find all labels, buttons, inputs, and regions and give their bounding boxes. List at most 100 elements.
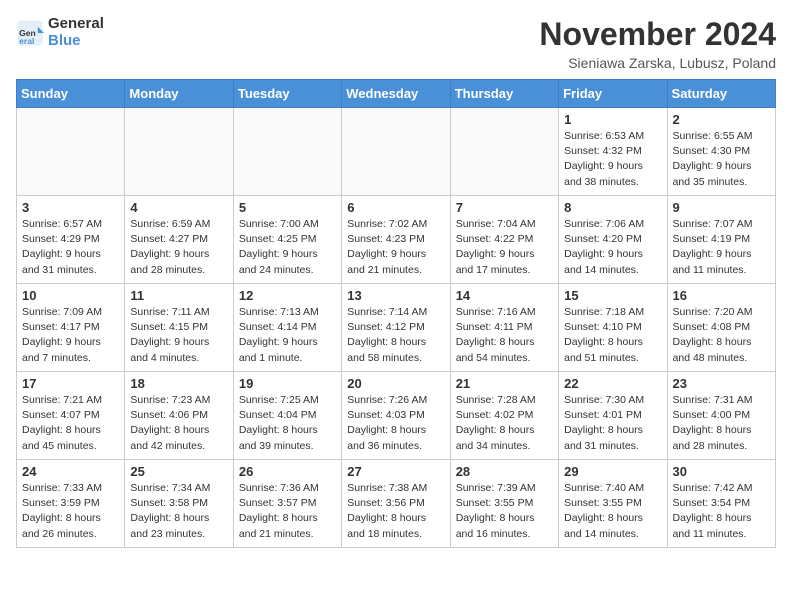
day-info: Sunrise: 7:33 AM Sunset: 3:59 PM Dayligh… (22, 481, 119, 542)
calendar-cell: 14 Sunrise: 7:16 AM Sunset: 4:11 PM Dayli… (450, 284, 558, 372)
calendar-day-header: Saturday (667, 80, 775, 108)
day-info: Sunrise: 7:04 AM Sunset: 4:22 PM Dayligh… (456, 217, 553, 278)
day-number: 4 (130, 200, 227, 215)
day-info: Sunrise: 7:23 AM Sunset: 4:06 PM Dayligh… (130, 393, 227, 454)
day-info: Sunrise: 7:07 AM Sunset: 4:19 PM Dayligh… (673, 217, 770, 278)
location: Sieniawa Zarska, Lubusz, Poland (539, 55, 776, 71)
calendar-cell: 24 Sunrise: 7:33 AM Sunset: 3:59 PM Dayli… (17, 460, 125, 548)
calendar-cell (17, 108, 125, 196)
calendar-cell: 30 Sunrise: 7:42 AM Sunset: 3:54 PM Dayli… (667, 460, 775, 548)
calendar-week-row: 3 Sunrise: 6:57 AM Sunset: 4:29 PM Daylig… (17, 196, 776, 284)
calendar-day-header: Tuesday (233, 80, 341, 108)
calendar-week-row: 1 Sunrise: 6:53 AM Sunset: 4:32 PM Daylig… (17, 108, 776, 196)
day-info: Sunrise: 7:42 AM Sunset: 3:54 PM Dayligh… (673, 481, 770, 542)
day-number: 23 (673, 376, 770, 391)
day-number: 8 (564, 200, 661, 215)
calendar-cell: 2 Sunrise: 6:55 AM Sunset: 4:30 PM Daylig… (667, 108, 775, 196)
day-number: 3 (22, 200, 119, 215)
day-number: 6 (347, 200, 444, 215)
day-number: 15 (564, 288, 661, 303)
day-number: 14 (456, 288, 553, 303)
day-info: Sunrise: 6:53 AM Sunset: 4:32 PM Dayligh… (564, 129, 661, 190)
day-number: 26 (239, 464, 336, 479)
day-number: 29 (564, 464, 661, 479)
calendar-cell (342, 108, 450, 196)
day-info: Sunrise: 7:31 AM Sunset: 4:00 PM Dayligh… (673, 393, 770, 454)
day-info: Sunrise: 6:55 AM Sunset: 4:30 PM Dayligh… (673, 129, 770, 190)
day-number: 9 (673, 200, 770, 215)
calendar-cell: 21 Sunrise: 7:28 AM Sunset: 4:02 PM Dayli… (450, 372, 558, 460)
calendar-week-row: 17 Sunrise: 7:21 AM Sunset: 4:07 PM Dayli… (17, 372, 776, 460)
calendar-header-row: SundayMondayTuesdayWednesdayThursdayFrid… (17, 80, 776, 108)
calendar-day-header: Wednesday (342, 80, 450, 108)
month-title: November 2024 (539, 16, 776, 53)
calendar-cell: 11 Sunrise: 7:11 AM Sunset: 4:15 PM Dayli… (125, 284, 233, 372)
day-number: 30 (673, 464, 770, 479)
day-info: Sunrise: 7:02 AM Sunset: 4:23 PM Dayligh… (347, 217, 444, 278)
day-info: Sunrise: 7:25 AM Sunset: 4:04 PM Dayligh… (239, 393, 336, 454)
logo-icon: Gen eral (16, 19, 44, 47)
calendar-cell: 17 Sunrise: 7:21 AM Sunset: 4:07 PM Dayli… (17, 372, 125, 460)
day-info: Sunrise: 7:30 AM Sunset: 4:01 PM Dayligh… (564, 393, 661, 454)
day-info: Sunrise: 7:40 AM Sunset: 3:55 PM Dayligh… (564, 481, 661, 542)
calendar-week-row: 24 Sunrise: 7:33 AM Sunset: 3:59 PM Dayli… (17, 460, 776, 548)
day-number: 24 (22, 464, 119, 479)
calendar-table: SundayMondayTuesdayWednesdayThursdayFrid… (16, 79, 776, 548)
day-info: Sunrise: 7:13 AM Sunset: 4:14 PM Dayligh… (239, 305, 336, 366)
day-number: 1 (564, 112, 661, 127)
day-number: 27 (347, 464, 444, 479)
calendar-cell: 5 Sunrise: 7:00 AM Sunset: 4:25 PM Daylig… (233, 196, 341, 284)
calendar-cell: 3 Sunrise: 6:57 AM Sunset: 4:29 PM Daylig… (17, 196, 125, 284)
calendar-cell: 10 Sunrise: 7:09 AM Sunset: 4:17 PM Dayli… (17, 284, 125, 372)
day-number: 21 (456, 376, 553, 391)
day-info: Sunrise: 6:57 AM Sunset: 4:29 PM Dayligh… (22, 217, 119, 278)
calendar-day-header: Friday (559, 80, 667, 108)
day-number: 12 (239, 288, 336, 303)
day-info: Sunrise: 7:06 AM Sunset: 4:20 PM Dayligh… (564, 217, 661, 278)
calendar-cell: 6 Sunrise: 7:02 AM Sunset: 4:23 PM Daylig… (342, 196, 450, 284)
day-number: 7 (456, 200, 553, 215)
calendar-cell: 1 Sunrise: 6:53 AM Sunset: 4:32 PM Daylig… (559, 108, 667, 196)
title-block: November 2024 Sieniawa Zarska, Lubusz, P… (539, 16, 776, 71)
calendar-cell: 19Sunrise: 7:25 AM Sunset: 4:04 PM Dayli… (233, 372, 341, 460)
calendar-day-header: Monday (125, 80, 233, 108)
calendar-day-header: Thursday (450, 80, 558, 108)
day-number: 5 (239, 200, 336, 215)
page-header: Gen eral General Blue November 2024 Sien… (16, 16, 776, 71)
day-number: 17 (22, 376, 119, 391)
logo-line2: Blue (48, 33, 104, 50)
svg-text:eral: eral (19, 35, 34, 45)
day-number: 16 (673, 288, 770, 303)
calendar-day-header: Sunday (17, 80, 125, 108)
day-info: Sunrise: 7:00 AM Sunset: 4:25 PM Dayligh… (239, 217, 336, 278)
calendar-body: 1 Sunrise: 6:53 AM Sunset: 4:32 PM Daylig… (17, 108, 776, 548)
day-info: Sunrise: 7:26 AM Sunset: 4:03 PM Dayligh… (347, 393, 444, 454)
day-info: Sunrise: 7:16 AM Sunset: 4:11 PM Dayligh… (456, 305, 553, 366)
day-info: Sunrise: 7:09 AM Sunset: 4:17 PM Dayligh… (22, 305, 119, 366)
day-number: 2 (673, 112, 770, 127)
calendar-cell: 23 Sunrise: 7:31 AM Sunset: 4:00 PM Dayli… (667, 372, 775, 460)
calendar-cell: 20Sunrise: 7:26 AM Sunset: 4:03 PM Dayli… (342, 372, 450, 460)
day-info: Sunrise: 7:14 AM Sunset: 4:12 PM Dayligh… (347, 305, 444, 366)
day-number: 13 (347, 288, 444, 303)
day-number: 25 (130, 464, 227, 479)
day-info: Sunrise: 6:59 AM Sunset: 4:27 PM Dayligh… (130, 217, 227, 278)
day-info: Sunrise: 7:36 AM Sunset: 3:57 PM Dayligh… (239, 481, 336, 542)
calendar-cell: 15Sunrise: 7:18 AM Sunset: 4:10 PM Dayli… (559, 284, 667, 372)
calendar-week-row: 10 Sunrise: 7:09 AM Sunset: 4:17 PM Dayli… (17, 284, 776, 372)
day-info: Sunrise: 7:11 AM Sunset: 4:15 PM Dayligh… (130, 305, 227, 366)
calendar-cell (125, 108, 233, 196)
calendar-cell: 18Sunrise: 7:23 AM Sunset: 4:06 PM Dayli… (125, 372, 233, 460)
day-info: Sunrise: 7:21 AM Sunset: 4:07 PM Dayligh… (22, 393, 119, 454)
calendar-cell: 8 Sunrise: 7:06 AM Sunset: 4:20 PM Daylig… (559, 196, 667, 284)
day-number: 10 (22, 288, 119, 303)
calendar-cell: 16Sunrise: 7:20 AM Sunset: 4:08 PM Dayli… (667, 284, 775, 372)
day-number: 11 (130, 288, 227, 303)
calendar-cell: 25 Sunrise: 7:34 AM Sunset: 3:58 PM Dayli… (125, 460, 233, 548)
logo-line1: General (48, 16, 104, 33)
calendar-cell: 28Sunrise: 7:39 AM Sunset: 3:55 PM Dayli… (450, 460, 558, 548)
day-info: Sunrise: 7:28 AM Sunset: 4:02 PM Dayligh… (456, 393, 553, 454)
calendar-cell: 9 Sunrise: 7:07 AM Sunset: 4:19 PM Daylig… (667, 196, 775, 284)
calendar-cell: 27Sunrise: 7:38 AM Sunset: 3:56 PM Dayli… (342, 460, 450, 548)
day-info: Sunrise: 7:34 AM Sunset: 3:58 PM Dayligh… (130, 481, 227, 542)
